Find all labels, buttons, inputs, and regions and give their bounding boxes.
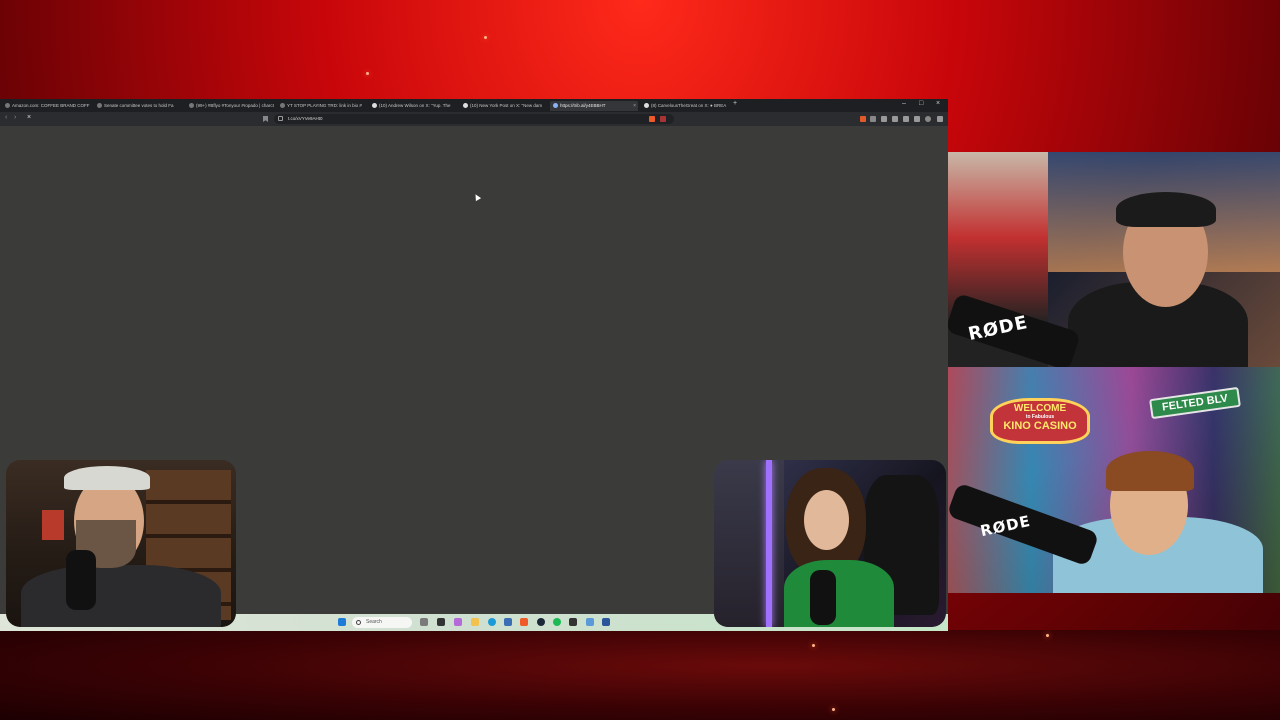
search-icon — [356, 620, 361, 625]
taskbar-search[interactable]: Search — [352, 617, 412, 628]
background-spark — [484, 36, 487, 39]
new-tab-icon[interactable]: + — [733, 100, 737, 107]
brave-shield-icon[interactable] — [649, 116, 655, 122]
loading-icon — [553, 103, 558, 109]
x-logo-icon — [644, 103, 649, 109]
bookmark-icon[interactable] — [263, 116, 268, 122]
download-icon[interactable] — [881, 116, 887, 122]
word-icon[interactable] — [602, 618, 610, 626]
webcam-top-right: RØDE — [948, 152, 1280, 367]
task-view-icon[interactable] — [437, 618, 445, 626]
close-tab-icon[interactable]: × — [633, 101, 636, 111]
tab-active[interactable]: https://trib.al/y4EBBHT × — [550, 101, 638, 111]
background-spark — [832, 708, 835, 711]
widgets-icon[interactable] — [420, 618, 428, 626]
forward-icon[interactable]: › — [14, 114, 16, 121]
shelf-background — [714, 460, 784, 627]
tab[interactable]: (10) Andrew Wilson on X: "Yup. The — [369, 101, 457, 111]
tab[interactable]: (10) New York Post on X: "New dam — [460, 101, 548, 111]
sign-welcome-text: WELCOME — [1013, 403, 1067, 414]
background-spark — [812, 644, 815, 647]
steam-icon[interactable] — [537, 618, 545, 626]
person-body — [784, 560, 894, 627]
microphone — [810, 570, 836, 625]
vpn-icon[interactable] — [925, 116, 931, 122]
tab[interactable]: Amazon.com: COFFEE BRAND COFF — [2, 101, 90, 111]
brave-rewards-icon[interactable] — [660, 116, 666, 122]
close-window-button[interactable]: × — [936, 100, 940, 107]
spotify-icon[interactable] — [553, 618, 561, 626]
menu-icon[interactable] — [937, 116, 943, 122]
tab-label: (10) Andrew Wilson on X: "Yup. The — [379, 103, 451, 108]
tab-label: YT STOP PLAYING TRD: link in bio # — [287, 103, 362, 108]
tab-label: (99+) #Bflyo #Tonyour #ropado | charct — [196, 103, 274, 108]
background-spark — [1046, 634, 1049, 637]
tab-label: Amazon.com: COFFEE BRAND COFF — [12, 103, 90, 108]
app-icon[interactable] — [454, 618, 462, 626]
webcam-bottom-left — [6, 460, 236, 627]
kino-casino-sign: WELCOME to Fabulous KINO CASINO — [990, 398, 1090, 444]
file-explorer-icon[interactable] — [471, 618, 479, 626]
sign-title-text: KINO CASINO — [1003, 420, 1077, 432]
app-icon[interactable] — [504, 618, 512, 626]
x-logo-icon — [372, 103, 377, 109]
tab[interactable]: (8) CarvelousTheGreat on X: ● BREA — [641, 101, 727, 111]
brave-icon[interactable] — [520, 618, 528, 626]
back-icon[interactable]: ‹ — [5, 114, 7, 121]
tab-label: Senate committee votes to hold Fa — [104, 103, 174, 108]
minimize-button[interactable]: – — [902, 100, 906, 107]
microphone — [66, 550, 96, 610]
hair — [1106, 451, 1194, 491]
tab[interactable]: YT STOP PLAYING TRD: link in bio # — [277, 101, 365, 111]
webcam-bottom-center — [714, 460, 946, 627]
person-body — [21, 565, 221, 627]
favicon-icon — [5, 103, 10, 109]
x-logo-icon — [463, 103, 468, 109]
tab-label: (8) CarvelousTheGreat on X: ● BREA — [651, 103, 727, 108]
edge-icon[interactable] — [488, 618, 496, 626]
stop-loading-icon[interactable]: × — [27, 114, 31, 121]
shelf-item — [42, 510, 64, 540]
favicon-icon — [280, 103, 285, 109]
background-spark — [366, 72, 369, 75]
address-bar[interactable]: t.co/xVYVe9AHt0 — [274, 114, 674, 124]
cap — [64, 466, 150, 490]
sidebar-icon[interactable] — [892, 116, 898, 122]
site-info-icon[interactable] — [278, 116, 283, 121]
wallet-icon[interactable] — [903, 116, 909, 122]
taskbar-search-label: Search — [366, 619, 382, 625]
person-head — [804, 490, 849, 550]
tab-label: https://trib.al/y4EBBHT — [560, 103, 606, 108]
url-text: t.co/xVYVe9AHt0 — [288, 116, 323, 121]
browser-toolbar: ‹ › × t.co/xVYVe9AHt0 — [0, 112, 948, 126]
app-icon[interactable] — [586, 618, 594, 626]
extension-icon[interactable] — [870, 116, 876, 122]
led-strip — [766, 460, 772, 627]
app-icon[interactable] — [569, 618, 577, 626]
headphones — [1116, 192, 1216, 227]
favicon-icon — [97, 103, 102, 109]
maximize-button[interactable]: □ — [919, 100, 923, 107]
extensions-icon[interactable] — [914, 116, 920, 122]
tab-bar: Amazon.com: COFFEE BRAND COFF Senate com… — [0, 99, 948, 112]
extension-icon[interactable] — [860, 116, 866, 122]
favicon-icon — [189, 103, 194, 109]
tab[interactable]: (99+) #Bflyo #Tonyour #ropado | charct — [186, 101, 274, 111]
tab-label: (10) New York Post on X: "New dam — [470, 103, 543, 108]
background-lower — [0, 630, 1280, 720]
tab[interactable]: Senate committee votes to hold Fa — [94, 101, 182, 111]
windows-start-icon[interactable] — [338, 618, 346, 626]
